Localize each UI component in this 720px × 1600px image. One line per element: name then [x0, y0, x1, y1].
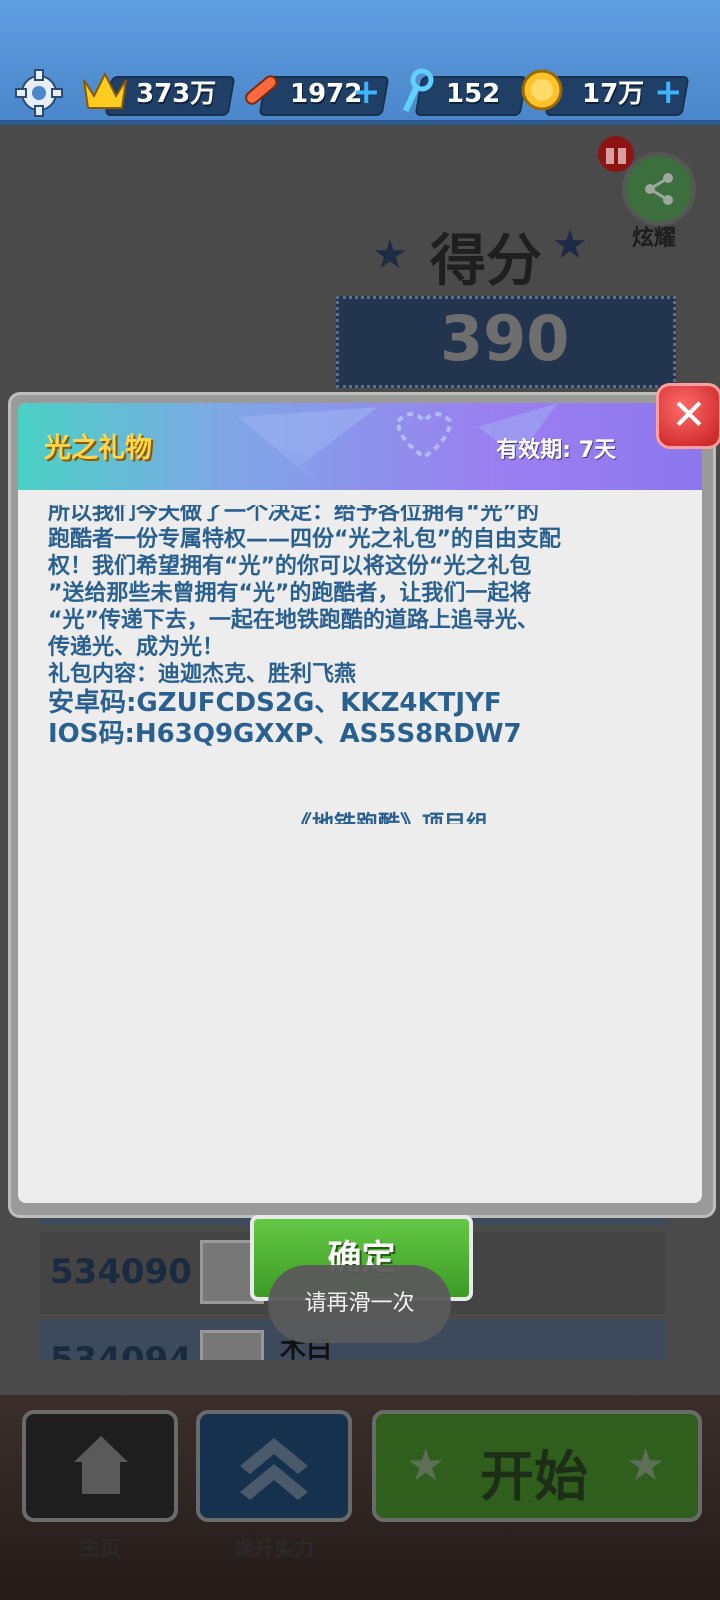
toast-message: 请再滑一次: [268, 1265, 451, 1343]
upgrade-label: 提升实力: [234, 1536, 314, 1560]
start-label: 开始: [480, 1445, 588, 1508]
validity-label: 有效期: 7天: [496, 438, 616, 463]
message-line: 跑酷者一份专属特权——四份“光之礼包”的自由支配: [48, 527, 561, 552]
message-line: 所以我们今天做了一个决定：给予各位拥有“光”的: [48, 505, 539, 525]
crown-icon: [80, 68, 130, 114]
modal-signature: 《地铁跑酷》项目组: [290, 808, 550, 824]
message-line: 传递光、成为光！: [48, 635, 225, 660]
coin-count: 17万: [582, 79, 645, 109]
star-icon: ★: [626, 1440, 666, 1491]
android-codes: 安卓码:GZUFCDS2G、KKZ4KTJYF: [48, 688, 502, 718]
add-hoverboard-button[interactable]: +: [352, 70, 381, 114]
home-button[interactable]: [22, 1410, 178, 1522]
share-label: 炫耀: [632, 226, 677, 251]
close-icon: ✕: [671, 390, 707, 439]
key-icon: [396, 68, 436, 116]
signature-text: 《地铁跑酷》项目组: [290, 808, 550, 824]
hoverboard-icon: [236, 70, 282, 114]
coin-icon: [520, 68, 564, 112]
message-line: 礼包内容：迪迦杰克、胜利飞燕: [48, 662, 357, 687]
message-line: 权！我们希望拥有“光”的你可以将这份“光之礼包: [48, 554, 532, 579]
double-chevron-up-icon: [240, 1438, 308, 1500]
star-icon: ★: [372, 232, 408, 278]
score-value: 390: [440, 302, 570, 375]
add-coins-button[interactable]: +: [654, 70, 683, 114]
message-line: “光”传递下去，一起在地铁跑酷的道路上追寻光、: [48, 608, 539, 633]
modal-title: 光之礼物: [44, 433, 152, 464]
score-title: 得分: [430, 229, 542, 294]
upgrade-button[interactable]: [196, 1410, 352, 1522]
avatar: [200, 1330, 264, 1360]
message-line: ”送给那些未曾拥有“光”的跑酷者，让我们一起将: [48, 581, 532, 606]
home-label: 主页: [80, 1536, 120, 1560]
home-icon: [74, 1436, 128, 1494]
settings-gear-icon[interactable]: [14, 68, 64, 118]
leaderboard-score: 534094: [50, 1340, 192, 1360]
key-count: 152: [446, 79, 501, 109]
close-button[interactable]: ✕: [656, 383, 720, 449]
share-icon: [645, 173, 673, 205]
ios-codes: IOS码:H63Q9GXXP、AS5S8RDW7: [48, 719, 522, 749]
star-icon: ★: [406, 1440, 446, 1491]
share-button[interactable]: [622, 152, 696, 226]
star-icon: ★: [552, 222, 588, 268]
crown-count: 373万: [136, 79, 217, 109]
start-button[interactable]: ★ 开始 ★: [372, 1410, 702, 1522]
leaderboard-score: 534090: [50, 1252, 192, 1292]
modal-message: 所以我们今天做了一个决定：给予各位拥有“光”的 跑酷者一份专属特权——四份“光之…: [48, 505, 668, 825]
